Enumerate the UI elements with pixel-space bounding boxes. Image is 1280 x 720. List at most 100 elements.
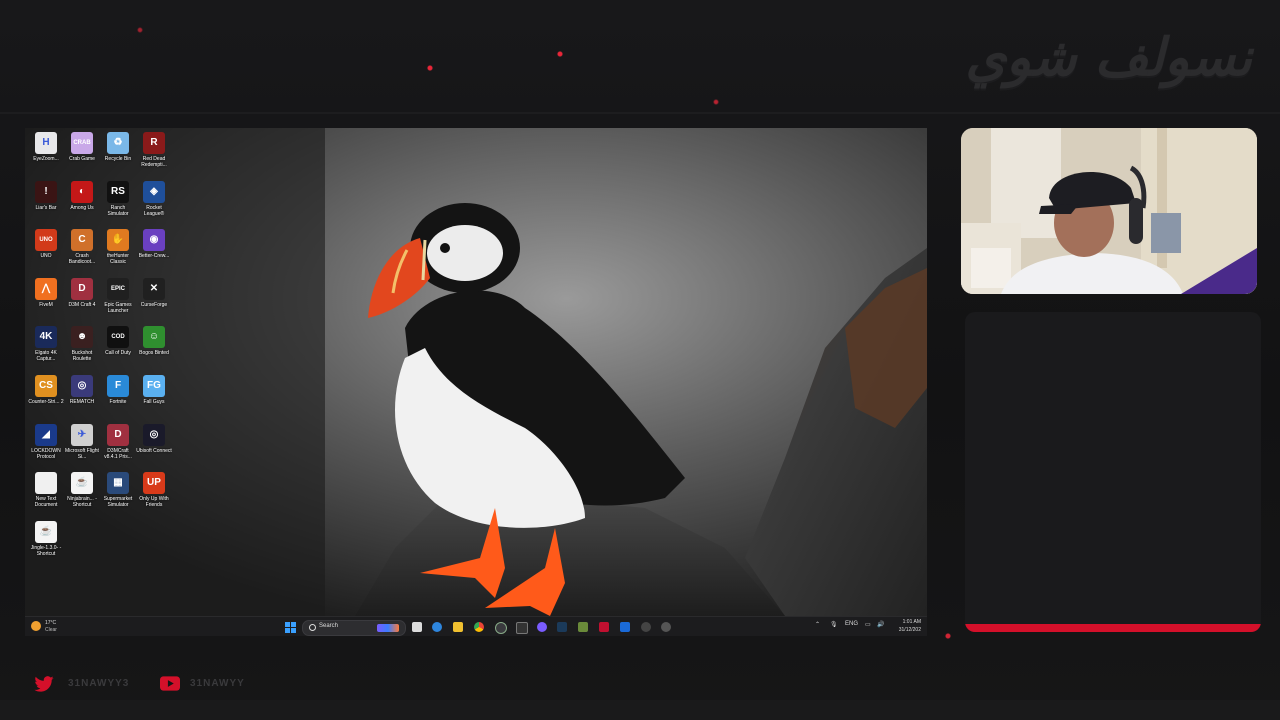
epic-games-icon: EPIC	[107, 277, 129, 300]
desktop-icon[interactable]: UP Only Up With Friends	[136, 472, 172, 520]
liars-bar-icon: !	[35, 180, 57, 203]
taskbar-clock[interactable]: 1:01 AM 31/12/202	[899, 618, 921, 634]
app-icon[interactable]	[599, 622, 609, 632]
desktop-icon-label: Crab Game	[69, 156, 95, 162]
desktop-icon-label: Buckshot Roulette	[71, 350, 93, 363]
desktop-icon[interactable]: R Red Dead Redempti...	[136, 132, 172, 180]
youtube-handle: 31NAWYY	[190, 678, 245, 689]
desktop-icon[interactable]: ☺ Bogos Binted	[136, 326, 172, 374]
task-view-icon[interactable]	[412, 622, 422, 632]
discord-icon[interactable]	[537, 622, 547, 632]
eyezoom-icon: H	[35, 132, 57, 154]
desktop-icon[interactable]: ⋀ FiveM	[28, 277, 64, 326]
desktop-icon[interactable]: ✈ Microsoft Flight Si...	[64, 423, 100, 472]
desktop-icon[interactable]: ! Liar's Bar	[28, 180, 64, 229]
weather-icon	[31, 621, 41, 631]
flight-simulator-icon: ✈	[71, 423, 93, 446]
taskbar-search-input[interactable]: Search	[302, 620, 406, 636]
desktop-icon[interactable]: ◐ Among Us	[64, 180, 100, 229]
rematch-icon: ◎	[71, 375, 93, 397]
desktop-icon[interactable]: C Crash Bandicoot...	[64, 229, 100, 277]
desktop-icon[interactable]: New Text Document	[28, 472, 64, 520]
desktop-icon-label: Counter-Stri... 2	[28, 399, 64, 405]
desktop-icon[interactable]: ✕ CurseForge	[136, 277, 172, 326]
steam-icon[interactable]	[557, 622, 567, 632]
d3m-craft-icon: D	[71, 277, 93, 300]
desktop-icon-label: Liar's Bar	[35, 204, 57, 211]
call-of-duty-icon: COD	[107, 326, 129, 349]
desktop-icon[interactable]: D D3M Craft 4	[64, 277, 100, 326]
fortnite-icon: F	[107, 375, 129, 397]
xbox-icon[interactable]	[641, 622, 651, 632]
chevron-up-icon[interactable]: ⌃	[815, 621, 820, 628]
brand-title: نسولف شوي	[965, 27, 1252, 88]
desktop-icon-label: Ranch Simulator	[107, 204, 129, 217]
fivem-icon: ⋀	[35, 277, 57, 300]
desktop-icon[interactable]: H EyeZoom...	[28, 132, 64, 180]
ranch-simulator-icon: RS	[107, 180, 129, 203]
rocket-league-icon: ◈	[143, 180, 165, 203]
youtube-icon	[160, 676, 180, 691]
language-indicator[interactable]: ENG	[845, 621, 858, 627]
desktop-icon[interactable]: RS Ranch Simulator	[100, 180, 136, 229]
desktop-icon[interactable]: D D3MCraft v8.4.1 Pris...	[100, 423, 136, 472]
red-dead-icon: R	[143, 132, 165, 154]
stream-chat-panel	[965, 312, 1261, 632]
desktop-icon[interactable]: CRAB Crab Game	[64, 132, 100, 180]
twitter-handle: 31NAWYY3	[68, 678, 130, 689]
minecraft-icon[interactable]	[578, 622, 588, 632]
desktop-icon[interactable]: ☕ Jingle-1.3.0- - Shortcut	[28, 520, 64, 569]
volume-icon[interactable]: 🔊	[877, 621, 884, 628]
microphone-icon[interactable]: 🎙	[830, 621, 838, 628]
buckshot-roulette-icon: ☻	[71, 326, 93, 349]
terminal-icon[interactable]	[516, 622, 528, 634]
desktop-icon[interactable]: F Fortnite	[100, 375, 136, 423]
desktop-icon-label: LOCKDOWN Protocol	[31, 447, 61, 460]
desktop-icon[interactable]: ◎ REMATCH	[64, 375, 100, 423]
desktop-icon-label: Red Dead Redempti...	[141, 156, 167, 168]
desktop-icon[interactable]: COD Call of Duty	[100, 326, 136, 374]
recycle-bin-icon: ♻	[107, 132, 129, 154]
elgato-capture-icon[interactable]	[661, 622, 671, 632]
desktop-icon[interactable]: EPIC Epic Games Launcher	[100, 277, 136, 326]
obs-icon[interactable]	[495, 622, 507, 634]
desktop-icon[interactable]: FG Fall Guys	[136, 375, 172, 423]
desktop-icon-label: Jingle-1.3.0- - Shortcut	[30, 544, 62, 557]
desktop-icon-label: Among Us	[70, 204, 94, 211]
curseforge-icon: ✕	[143, 277, 165, 300]
among-us-icon: ◐	[71, 180, 93, 203]
edge-icon[interactable]	[432, 622, 442, 632]
desktop-icon[interactable]: ◈ Rocket League®	[136, 180, 172, 229]
start-icon[interactable]	[285, 622, 296, 633]
desktop-icon[interactable]: ☕ Ninjabrain... - Shortcut	[64, 472, 100, 520]
background-divider	[0, 112, 1280, 114]
desktop-icon[interactable]: ✋ theHunter Classic	[100, 229, 136, 277]
clock-date: 31/12/202	[898, 627, 921, 633]
desktop-capture: H EyeZoom... CRAB Crab Game ♻ Recycle Bin R Red…	[25, 128, 927, 636]
desktop-icon[interactable]: ◎ Ubisoft Connect	[136, 423, 172, 472]
desktop-icon[interactable]: UNO UNO	[28, 229, 64, 277]
desktop-icon[interactable]: ▦ Supermarket Simulator	[100, 472, 136, 520]
lockdown-protocol-icon: ◢	[35, 423, 57, 446]
desktop-icon-label: REMATCH	[69, 399, 95, 405]
desktop-icon[interactable]: ◉ Better-Crew...	[136, 229, 172, 277]
desktop-icon-label: New Text Document	[34, 496, 58, 509]
desktop-icon-label: Crash Bandicoot...	[68, 253, 96, 266]
text-document-icon	[35, 472, 57, 495]
desktop-icon-label: Fortnite	[109, 399, 127, 405]
network-icon[interactable]: ▭	[865, 621, 871, 628]
desktop-icon-label: D3M Craft 4	[68, 301, 96, 308]
desktop-icon[interactable]: ♻ Recycle Bin	[100, 132, 136, 180]
desktop-icons-grid: H EyeZoom... CRAB Crab Game ♻ Recycle Bin R Red…	[25, 128, 175, 614]
d3mcraft-icon: D	[107, 423, 129, 446]
desktop-icon[interactable]: ☻ Buckshot Roulette	[64, 326, 100, 374]
outlook-icon[interactable]	[620, 622, 630, 632]
chrome-icon[interactable]	[474, 622, 484, 632]
desktop-icon[interactable]: ◢ LOCKDOWN Protocol	[28, 423, 64, 472]
desktop-icon-label: Rocket League®	[143, 204, 165, 217]
file-explorer-icon[interactable]	[453, 622, 463, 632]
desktop-icon[interactable]: CS Counter-Stri... 2	[28, 375, 64, 423]
desktop-icon[interactable]: 4K Elgato 4K Captur...	[28, 326, 64, 374]
better-crew-icon: ◉	[143, 229, 165, 252]
java-shortcut-icon: ☕	[71, 472, 93, 495]
